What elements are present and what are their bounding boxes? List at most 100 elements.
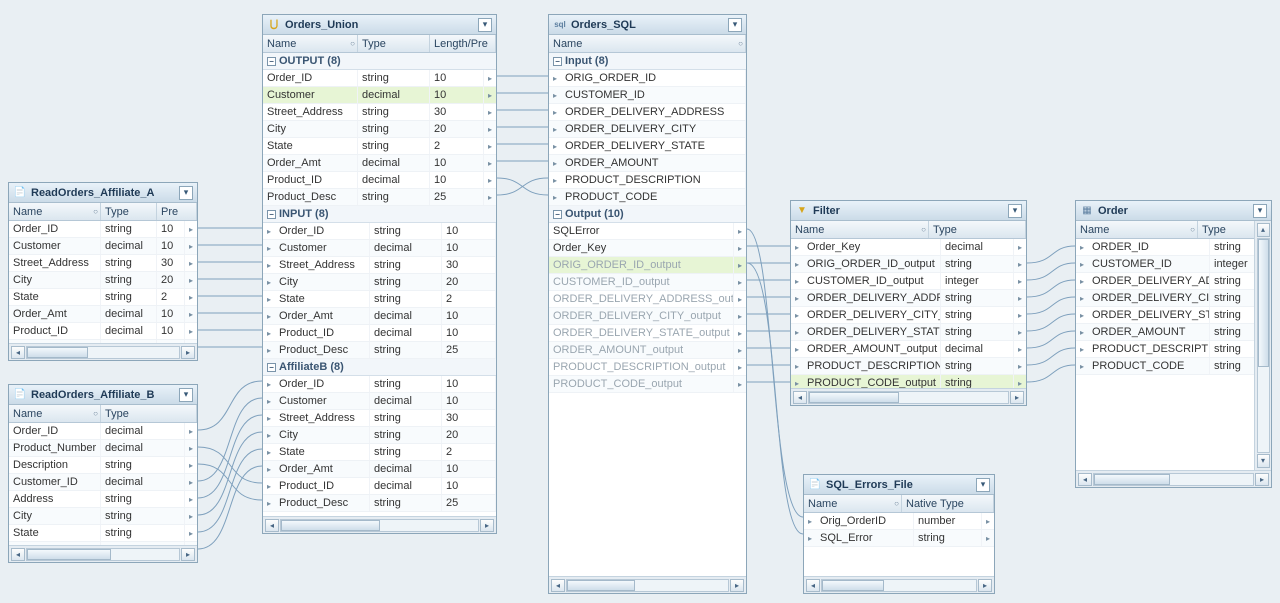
port-in-icon[interactable]: ▸ bbox=[263, 499, 275, 508]
table-row[interactable]: ▸ORDER_AMOUNTstring bbox=[1076, 324, 1271, 341]
port-out-icon[interactable]: ▸ bbox=[734, 261, 746, 270]
port-out-icon[interactable]: ▸ bbox=[734, 227, 746, 236]
table-row[interactable]: ▸Customerdecimal10 bbox=[263, 393, 496, 410]
port-in-icon[interactable]: ▸ bbox=[263, 380, 275, 389]
scroll-left-icon[interactable]: ◂ bbox=[793, 391, 807, 404]
collapse-icon[interactable]: − bbox=[267, 363, 276, 372]
table-row[interactable]: ▸Order_Amtdecimal10 bbox=[263, 308, 496, 325]
port-out-icon[interactable]: ▸ bbox=[1014, 277, 1026, 286]
panel-menu-button[interactable]: ▾ bbox=[1253, 204, 1267, 218]
port-in-icon[interactable]: ▸ bbox=[791, 243, 803, 252]
port-in-icon[interactable]: ▸ bbox=[263, 295, 275, 304]
group-header[interactable]: −OUTPUT (8) bbox=[263, 53, 496, 70]
port-in-icon[interactable]: ▸ bbox=[263, 397, 275, 406]
port-in-icon[interactable]: ▸ bbox=[263, 448, 275, 457]
table-row[interactable]: ▸ORDER_AMOUNT bbox=[549, 155, 746, 172]
port-out-icon[interactable]: ▸ bbox=[185, 225, 197, 234]
scroll-right-icon[interactable]: ▸ bbox=[978, 579, 992, 592]
table-row[interactable]: ▸PRODUCT_DESCRIPTION_...string▸ bbox=[791, 358, 1026, 375]
table-row[interactable]: Street_Addressstring30▸ bbox=[263, 104, 496, 121]
port-out-icon[interactable]: ▸ bbox=[1014, 260, 1026, 269]
port-in-icon[interactable]: ▸ bbox=[1076, 294, 1088, 303]
scroll-right-icon[interactable]: ▸ bbox=[181, 346, 195, 359]
hscroll[interactable]: ◂ ▸ bbox=[791, 388, 1026, 405]
panel-readorders-affiliate-a[interactable]: 📄 ReadOrders_Affiliate_A ▾ Name○ Type Pr… bbox=[8, 182, 198, 361]
table-row[interactable]: ▸Product_IDdecimal10 bbox=[263, 325, 496, 342]
table-row[interactable]: ▸ORDER_DELIVERY_CITY_...string▸ bbox=[791, 307, 1026, 324]
table-row[interactable]: ▸CUSTOMER_ID_outputinteger▸ bbox=[791, 273, 1026, 290]
table-row[interactable]: Citystring20▸ bbox=[263, 121, 496, 138]
table-row[interactable]: ORDER_AMOUNT_output▸ bbox=[549, 342, 746, 359]
panel-orders-sql[interactable]: sql Orders_SQL ▾ Name○ −Input (8)▸ORIG_O… bbox=[548, 14, 747, 594]
sort-icon[interactable]: ○ bbox=[894, 499, 899, 508]
scroll-right-icon[interactable]: ▸ bbox=[1255, 473, 1269, 486]
vscroll[interactable]: ▴ ▾ bbox=[1254, 221, 1271, 470]
port-out-icon[interactable]: ▸ bbox=[185, 512, 197, 521]
table-row[interactable]: Order_IDstring10▸ bbox=[263, 70, 496, 87]
port-out-icon[interactable]: ▸ bbox=[185, 495, 197, 504]
panel-menu-button[interactable]: ▾ bbox=[1008, 204, 1022, 218]
table-row[interactable]: Order_IDstring10▸ bbox=[9, 221, 197, 238]
port-out-icon[interactable]: ▸ bbox=[484, 142, 496, 151]
table-row[interactable]: Citystring20▸ bbox=[9, 272, 197, 289]
port-out-icon[interactable]: ▸ bbox=[734, 295, 746, 304]
port-in-icon[interactable]: ▸ bbox=[804, 517, 816, 526]
port-out-icon[interactable]: ▸ bbox=[484, 159, 496, 168]
table-row[interactable]: ▸ORDER_DELIVERY_STATE...string▸ bbox=[791, 324, 1026, 341]
table-row[interactable]: ▸ORDER_IDstring bbox=[1076, 239, 1271, 256]
group-header[interactable]: −INPUT (8) bbox=[263, 206, 496, 223]
port-in-icon[interactable]: ▸ bbox=[263, 312, 275, 321]
port-in-icon[interactable]: ▸ bbox=[263, 465, 275, 474]
table-row[interactable]: ▸Orig_OrderIDnumber▸ bbox=[804, 513, 994, 530]
table-row[interactable]: ▸PRODUCT_CODE_outputstring▸ bbox=[791, 375, 1026, 388]
port-in-icon[interactable]: ▸ bbox=[791, 311, 803, 320]
table-row[interactable]: ORDER_DELIVERY_CITY_output▸ bbox=[549, 308, 746, 325]
port-in-icon[interactable]: ▸ bbox=[263, 329, 275, 338]
table-row[interactable]: Customer_IDdecimal▸ bbox=[9, 474, 197, 491]
hscroll[interactable]: ◂ ▸ bbox=[549, 576, 746, 593]
port-in-icon[interactable]: ▸ bbox=[549, 74, 561, 83]
sort-icon[interactable]: ○ bbox=[93, 409, 98, 418]
port-out-icon[interactable]: ▸ bbox=[1014, 328, 1026, 337]
port-out-icon[interactable]: ▸ bbox=[185, 293, 197, 302]
collapse-icon[interactable]: − bbox=[553, 57, 562, 66]
table-row[interactable]: ▸Product_Descstring25 bbox=[263, 342, 496, 359]
table-row[interactable]: Citystring▸ bbox=[9, 508, 197, 525]
hscroll[interactable]: ◂ ▸ bbox=[804, 576, 994, 593]
panel-readorders-affiliate-b[interactable]: 📄 ReadOrders_Affiliate_B ▾ Name○ Type Or… bbox=[8, 384, 198, 563]
port-in-icon[interactable]: ▸ bbox=[1076, 362, 1088, 371]
port-in-icon[interactable]: ▸ bbox=[804, 534, 816, 543]
table-row[interactable]: Product_Numberdecimal▸ bbox=[9, 440, 197, 457]
port-out-icon[interactable]: ▸ bbox=[185, 444, 197, 453]
scroll-right-icon[interactable]: ▸ bbox=[181, 548, 195, 561]
port-out-icon[interactable]: ▸ bbox=[1014, 294, 1026, 303]
collapse-icon[interactable]: − bbox=[553, 210, 562, 219]
group-header[interactable]: −Output (10) bbox=[549, 206, 746, 223]
port-in-icon[interactable]: ▸ bbox=[1076, 311, 1088, 320]
port-out-icon[interactable]: ▸ bbox=[1014, 243, 1026, 252]
port-in-icon[interactable]: ▸ bbox=[549, 125, 561, 134]
panel-menu-button[interactable]: ▾ bbox=[728, 18, 742, 32]
port-out-icon[interactable]: ▸ bbox=[484, 74, 496, 83]
port-in-icon[interactable]: ▸ bbox=[1076, 345, 1088, 354]
table-row[interactable]: ▸PRODUCT_CODE bbox=[549, 189, 746, 206]
port-in-icon[interactable]: ▸ bbox=[549, 176, 561, 185]
table-row[interactable]: Order_Amtdecimal10▸ bbox=[263, 155, 496, 172]
scroll-left-icon[interactable]: ◂ bbox=[806, 579, 820, 592]
port-in-icon[interactable]: ▸ bbox=[263, 227, 275, 236]
titlebar[interactable]: 📄 ReadOrders_Affiliate_B ▾ bbox=[9, 385, 197, 405]
table-row[interactable]: ▸Order_Keydecimal▸ bbox=[791, 239, 1026, 256]
port-in-icon[interactable]: ▸ bbox=[791, 277, 803, 286]
sort-icon[interactable]: ○ bbox=[738, 39, 743, 48]
hscroll[interactable]: ◂ ▸ bbox=[1076, 470, 1271, 487]
port-out-icon[interactable]: ▸ bbox=[982, 517, 994, 526]
port-in-icon[interactable]: ▸ bbox=[1076, 328, 1088, 337]
scroll-down-icon[interactable]: ▾ bbox=[1257, 454, 1270, 468]
table-row[interactable]: Order_Amtdecimal10▸ bbox=[9, 306, 197, 323]
port-out-icon[interactable]: ▸ bbox=[185, 427, 197, 436]
port-in-icon[interactable]: ▸ bbox=[263, 278, 275, 287]
port-out-icon[interactable]: ▸ bbox=[734, 363, 746, 372]
port-out-icon[interactable]: ▸ bbox=[185, 461, 197, 470]
port-in-icon[interactable]: ▸ bbox=[263, 261, 275, 270]
scroll-left-icon[interactable]: ◂ bbox=[11, 548, 25, 561]
